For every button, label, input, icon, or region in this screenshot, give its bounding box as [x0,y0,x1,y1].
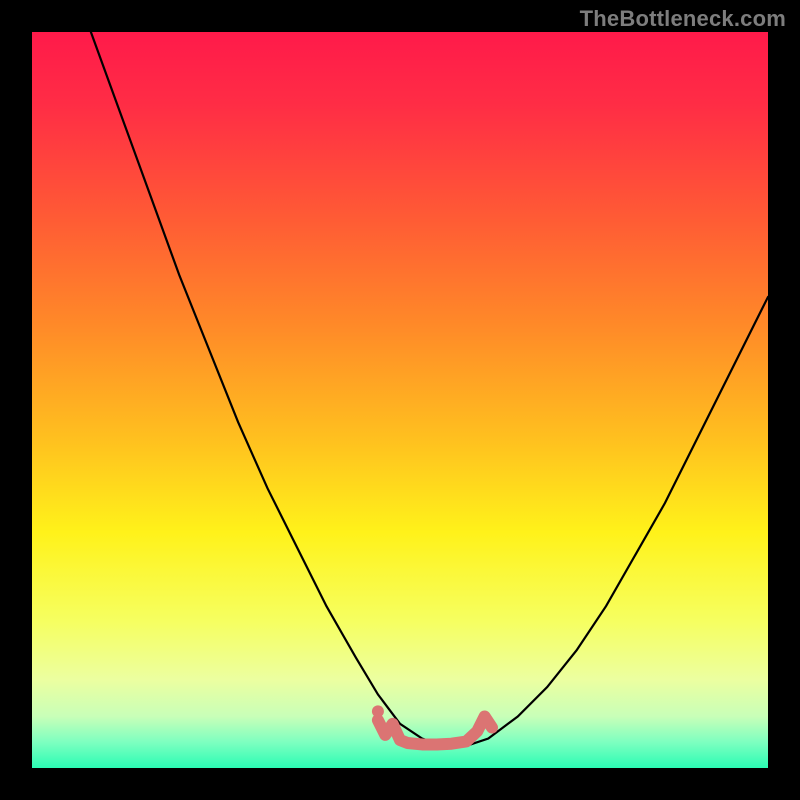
gradient-background [32,32,768,768]
watermark-text: TheBottleneck.com [580,6,786,32]
chart-frame: TheBottleneck.com [0,0,800,800]
plot-area [32,32,768,768]
trough-dot [372,705,384,717]
chart-svg [32,32,768,768]
